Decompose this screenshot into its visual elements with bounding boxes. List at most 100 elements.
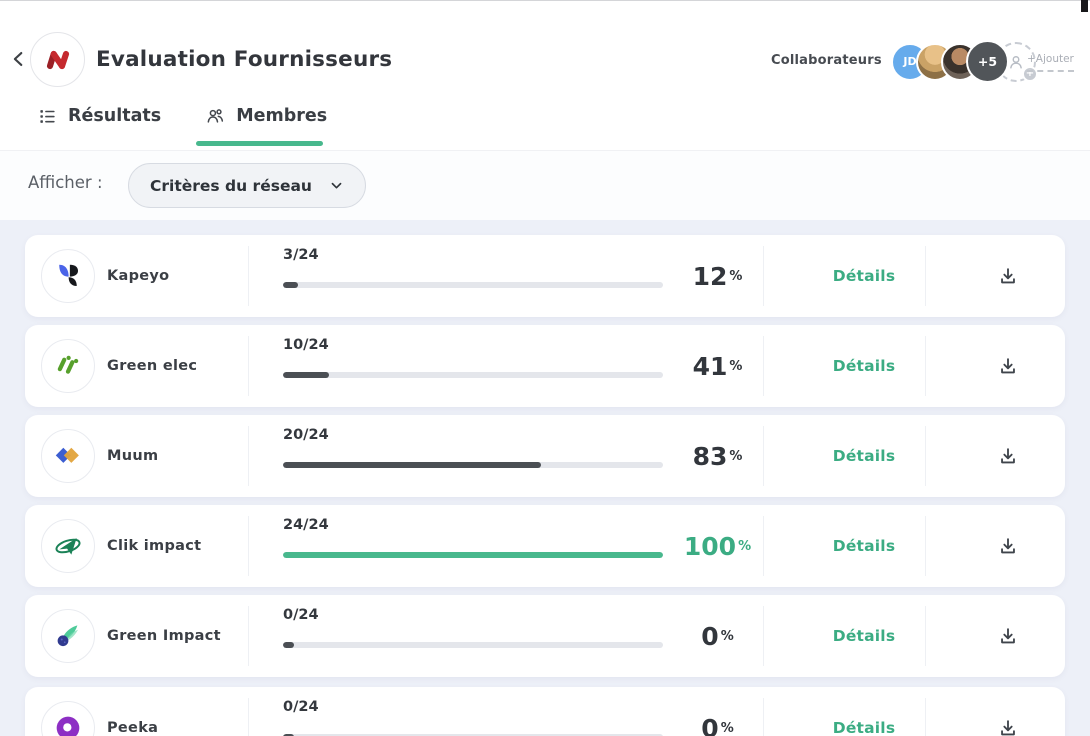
supplier-name: Green Impact	[107, 595, 221, 677]
tab-resultats[interactable]: Résultats	[38, 106, 161, 126]
progress-fill	[283, 372, 329, 378]
progress-track	[283, 552, 663, 558]
divider	[248, 336, 249, 396]
supplier-row: Peeka 0/24 0 % Détails	[25, 687, 1065, 736]
download-icon	[997, 445, 1019, 467]
supplier-evaluation-page: Evaluation Fournisseurs Collaborateurs J…	[0, 0, 1090, 736]
divider	[925, 516, 926, 576]
download-button[interactable]	[960, 415, 1055, 497]
download-icon	[997, 265, 1019, 287]
progress-percent: 0 %	[665, 687, 770, 736]
screen-corner-artifact	[1081, 0, 1088, 12]
details-link[interactable]: Détails	[785, 687, 943, 736]
download-button[interactable]	[960, 687, 1055, 736]
active-tab-indicator	[196, 141, 323, 146]
muum-logo-icon	[52, 440, 84, 472]
supplier-row: Green elec 10/24 41 % Détails	[25, 325, 1065, 407]
download-icon	[997, 535, 1019, 557]
green-impact-logo-icon	[53, 621, 83, 651]
collaborators-label: Collaborateurs	[771, 53, 882, 68]
add-collaborator-link[interactable]: +Ajouter	[1027, 53, 1074, 72]
tab-membres[interactable]: Membres	[205, 106, 327, 126]
progress-track	[283, 642, 663, 648]
divider	[248, 426, 249, 486]
criteria-dropdown[interactable]: Critères du réseau	[128, 163, 366, 208]
download-button[interactable]	[960, 595, 1055, 677]
back-chevron-icon	[8, 48, 30, 70]
progress-fill	[283, 552, 663, 558]
chevron-down-icon	[329, 178, 344, 193]
members-icon	[205, 106, 225, 126]
supplier-logo	[41, 701, 95, 736]
progress-percent: 83 %	[665, 415, 770, 497]
progress-track	[283, 372, 663, 378]
tab-bar: Résultats Membres	[38, 106, 327, 126]
divider	[925, 698, 926, 736]
progress-fill	[283, 462, 541, 468]
supplier-name: Green elec	[107, 325, 197, 407]
supplier-name: Muum	[107, 415, 158, 497]
progress-block: 0/24	[283, 699, 663, 736]
divider	[925, 336, 926, 396]
brand-n-icon	[42, 44, 74, 76]
progress-fill	[283, 642, 294, 648]
progress-fill	[283, 282, 298, 288]
progress-fraction: 24/24	[283, 517, 663, 533]
details-link[interactable]: Détails	[785, 235, 943, 317]
progress-block: 20/24	[283, 427, 663, 468]
avatar-overflow-badge[interactable]: +5	[966, 40, 1009, 83]
download-icon	[997, 717, 1019, 736]
progress-percent: 0 %	[665, 595, 770, 677]
app-logo	[30, 32, 85, 87]
divider	[763, 516, 764, 576]
filter-bar: Afficher : Critères du réseau	[0, 150, 1090, 220]
supplier-row: Kapeyo 3/24 12 % Détails	[25, 235, 1065, 317]
supplier-row: Clik impact 24/24 100 % Détails	[25, 505, 1065, 587]
supplier-name: Kapeyo	[107, 235, 169, 317]
back-button[interactable]	[8, 48, 32, 72]
progress-percent: 12 %	[665, 235, 770, 317]
supplier-logo	[41, 429, 95, 483]
divider	[248, 246, 249, 306]
download-icon	[997, 625, 1019, 647]
progress-block: 24/24	[283, 517, 663, 558]
divider	[763, 426, 764, 486]
details-link[interactable]: Détails	[785, 325, 943, 407]
list-icon	[38, 107, 57, 126]
supplier-name: Clik impact	[107, 505, 201, 587]
details-link[interactable]: Détails	[785, 415, 943, 497]
supplier-list: Kapeyo 3/24 12 % Détails Green elec	[0, 220, 1090, 736]
supplier-logo	[41, 339, 95, 393]
details-link[interactable]: Détails	[785, 595, 943, 677]
progress-percent: 41 %	[665, 325, 770, 407]
progress-track	[283, 462, 663, 468]
progress-fraction: 3/24	[283, 247, 663, 263]
progress-fraction: 0/24	[283, 699, 663, 715]
details-link[interactable]: Détails	[785, 505, 943, 587]
download-button[interactable]	[960, 325, 1055, 407]
progress-block: 0/24	[283, 607, 663, 648]
filter-label: Afficher :	[28, 173, 103, 192]
divider	[925, 606, 926, 666]
supplier-row: Muum 20/24 83 % Détails	[25, 415, 1065, 497]
supplier-row: Green Impact 0/24 0 % Détails	[25, 595, 1065, 677]
supplier-logo	[41, 609, 95, 663]
download-button[interactable]	[960, 235, 1055, 317]
divider	[763, 606, 764, 666]
supplier-logo	[41, 519, 95, 573]
download-icon	[997, 355, 1019, 377]
clik-impact-logo-icon	[52, 530, 84, 562]
page-title: Evaluation Fournisseurs	[96, 47, 392, 72]
supplier-logo	[41, 249, 95, 303]
progress-fraction: 10/24	[283, 337, 663, 353]
progress-fraction: 0/24	[283, 607, 663, 623]
divider	[248, 516, 249, 576]
divider	[925, 426, 926, 486]
download-button[interactable]	[960, 505, 1055, 587]
tab-resultats-label: Résultats	[68, 106, 161, 126]
peeka-logo-icon	[52, 712, 84, 736]
collaborator-avatars[interactable]: JD +5 +	[891, 40, 1036, 83]
divider	[763, 336, 764, 396]
divider	[925, 246, 926, 306]
divider	[248, 698, 249, 736]
